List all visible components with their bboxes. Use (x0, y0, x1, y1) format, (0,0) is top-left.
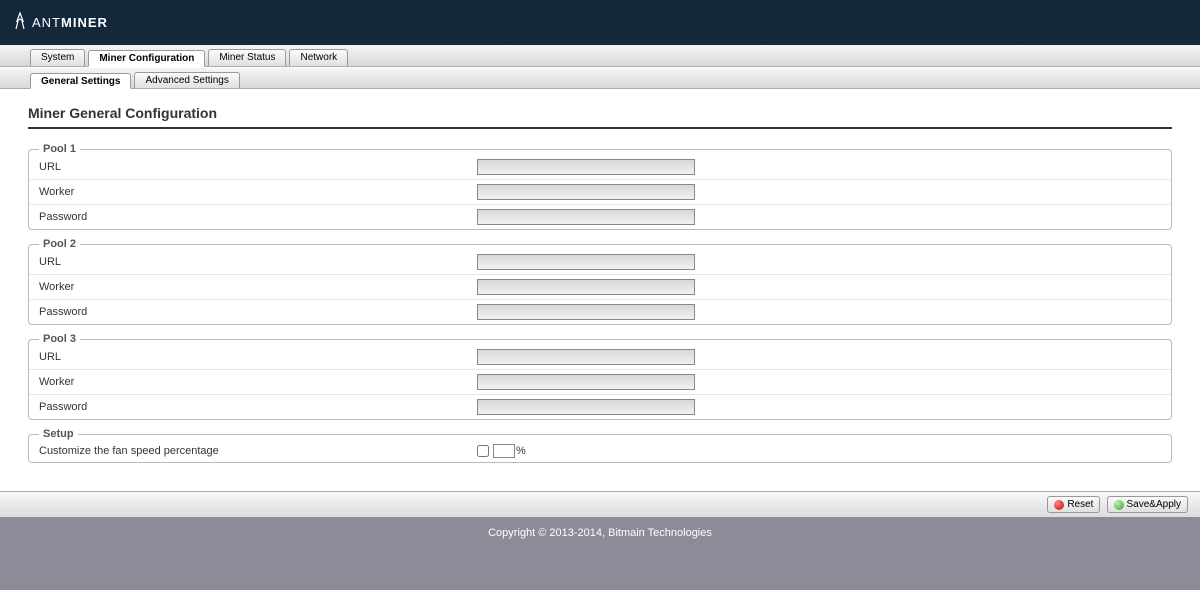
pool-2-url-label: URL (39, 256, 477, 268)
legend-pool-2: Pool 2 (39, 238, 80, 250)
tab-general-settings[interactable]: General Settings (30, 73, 131, 89)
pool-2-password-label: Password (39, 306, 477, 318)
legend-setup: Setup (39, 428, 78, 440)
pool-1-worker-label: Worker (39, 186, 477, 198)
tab-system[interactable]: System (30, 49, 85, 66)
pool-2-worker-input[interactable] (477, 279, 695, 295)
logo: ANTMINER (12, 11, 108, 34)
pool-3-url-input[interactable] (477, 349, 695, 365)
save-apply-button-label: Save&Apply (1127, 499, 1181, 510)
pool-1-worker-input[interactable] (477, 184, 695, 200)
pool-1-url-input[interactable] (477, 159, 695, 175)
logo-text: ANTMINER (32, 15, 108, 30)
pool-3-worker-label: Worker (39, 376, 477, 388)
pool-1-url-label: URL (39, 161, 477, 173)
legend-pool-3: Pool 3 (39, 333, 80, 345)
content-wrapper: System Miner Configuration Miner Status … (0, 45, 1200, 549)
pool-3-url-row: URL (29, 345, 1171, 370)
pool-2-password-input[interactable] (477, 304, 695, 320)
legend-pool-1: Pool 1 (39, 143, 80, 155)
pool-2-url-input[interactable] (477, 254, 695, 270)
pool-3-password-input[interactable] (477, 399, 695, 415)
save-apply-icon (1114, 500, 1124, 510)
pool-1-worker-row: Worker (29, 180, 1171, 205)
fieldset-pool-1: Pool 1 URL Worker Password (28, 143, 1172, 230)
fieldset-pool-3: Pool 3 URL Worker Password (28, 333, 1172, 420)
tab-network[interactable]: Network (289, 49, 348, 66)
save-apply-button[interactable]: Save&Apply (1107, 496, 1188, 513)
page-content: Miner General Configuration Pool 1 URL W… (0, 89, 1200, 491)
reset-icon (1054, 500, 1064, 510)
fan-speed-input[interactable] (493, 444, 515, 458)
pool-2-url-row: URL (29, 250, 1171, 275)
fan-speed-row: Customize the fan speed percentage % (29, 440, 1171, 462)
pool-2-password-row: Password (29, 300, 1171, 324)
button-bar: Reset Save&Apply (0, 491, 1200, 517)
pool-1-url-row: URL (29, 155, 1171, 180)
pool-2-worker-label: Worker (39, 281, 477, 293)
footer: Copyright © 2013-2014, Bitmain Technolog… (0, 517, 1200, 549)
pool-2-worker-row: Worker (29, 275, 1171, 300)
tab-advanced-settings[interactable]: Advanced Settings (134, 72, 239, 88)
pool-1-password-row: Password (29, 205, 1171, 229)
pool-1-password-label: Password (39, 211, 477, 223)
pool-3-url-label: URL (39, 351, 477, 363)
tab-miner-status[interactable]: Miner Status (208, 49, 286, 66)
fieldset-setup: Setup Customize the fan speed percentage… (28, 428, 1172, 463)
reset-button[interactable]: Reset (1047, 496, 1100, 513)
fan-speed-checkbox[interactable] (477, 445, 489, 457)
primary-tab-bar: System Miner Configuration Miner Status … (0, 45, 1200, 67)
header: ANTMINER (0, 0, 1200, 45)
pool-1-password-input[interactable] (477, 209, 695, 225)
secondary-tab-bar: General Settings Advanced Settings (0, 67, 1200, 89)
antminer-logo-icon (12, 11, 28, 34)
pool-3-worker-input[interactable] (477, 374, 695, 390)
tab-miner-configuration[interactable]: Miner Configuration (88, 50, 205, 67)
percent-suffix: % (516, 445, 526, 457)
fan-speed-label: Customize the fan speed percentage (39, 445, 477, 457)
page-title: Miner General Configuration (28, 101, 1172, 129)
pool-3-worker-row: Worker (29, 370, 1171, 395)
pool-3-password-label: Password (39, 401, 477, 413)
reset-button-label: Reset (1067, 499, 1093, 510)
fieldset-pool-2: Pool 2 URL Worker Password (28, 238, 1172, 325)
pool-3-password-row: Password (29, 395, 1171, 419)
